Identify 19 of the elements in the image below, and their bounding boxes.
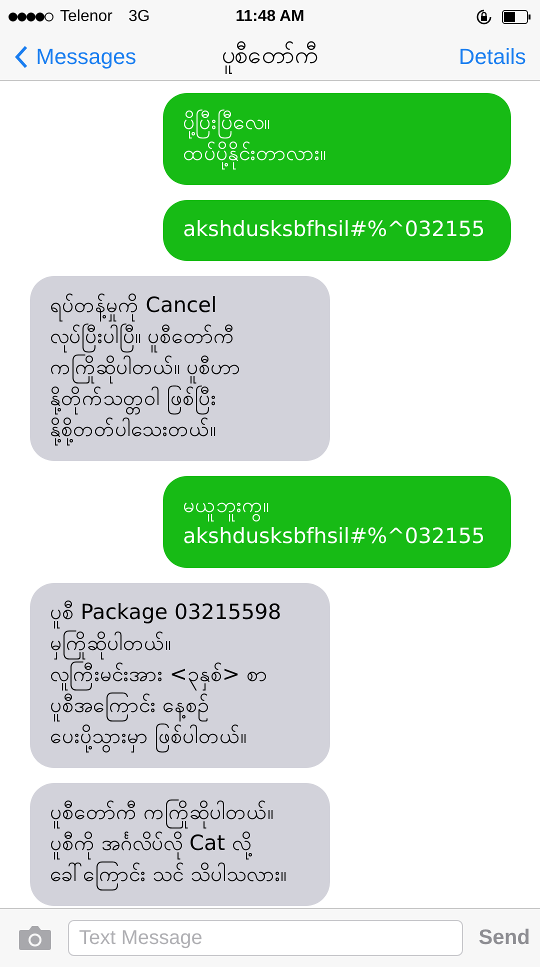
conversation-title: ပူစီတော်ကီ <box>222 39 318 75</box>
send-button[interactable]: Send <box>478 926 530 950</box>
signal-icon <box>8 12 54 22</box>
sent-message-bubble: မယူဘူးကွ။ akshdusksbfhsil#%^032155 <box>163 476 511 568</box>
battery-icon <box>502 10 532 24</box>
carrier-name: Telenor <box>60 8 112 26</box>
received-message-bubble: ပူစီတော်ကီ ကကြိုဆိုပါတယ်။ ပူစီကို အင်္ဂလိပ်လို Cat လို့ ခေါ်ကြောင်း သင် သိပါသလား။ <box>30 783 330 906</box>
back-chevron-icon <box>14 45 28 69</box>
network-type: 3G <box>128 8 150 26</box>
sent-message-bubble: ပို့ပြီးပြီလေ။ ထပ်ပို့နိုင်းတာလား။ <box>163 93 511 185</box>
back-button[interactable]: Messages <box>14 44 222 70</box>
message-input-field[interactable]: Text Message <box>68 920 463 956</box>
received-message-bubble: ရပ်တန့်မှုကို Cancel လုပ်ပြီးပါပြီ။ ပူစီတော်ကီ ကကြိုဆိုပါတယ်။ ပူစီဟာ နို့တိုက်သတ္တဝါ ဖြစ်ပြီး နို့စို့တတ်ပါသေးတယ်။ <box>30 276 330 461</box>
sent-message-bubble: akshdusksbfhsil#%^032155 <box>163 200 511 261</box>
details-button[interactable]: Details <box>318 44 526 70</box>
camera-icon <box>18 925 52 951</box>
received-message-bubble: ပူစီ Package 03215598 မှကြိုဆိုပါတယ်။ လူကြီးမင်းအား <၃နှစ်> စာ ပူစီအကြောင်း နေ့စဉ် ပေးပို့သွားမှာ ဖြစ်ပါတယ်။ <box>30 583 330 768</box>
rotation-lock-icon <box>476 9 492 25</box>
clock: 11:48 AM <box>236 8 304 26</box>
